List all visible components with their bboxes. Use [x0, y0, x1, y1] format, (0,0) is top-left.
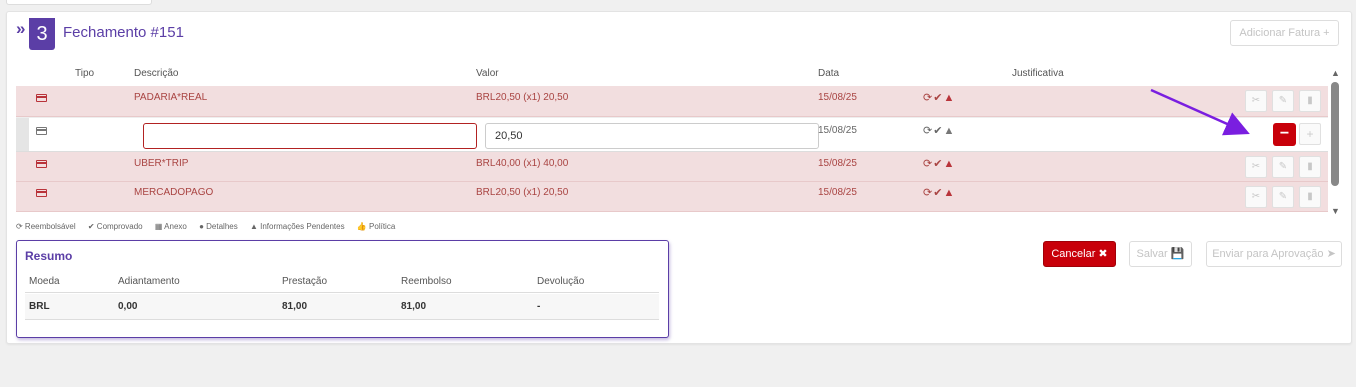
annotation-arrow-icon [1150, 88, 1250, 136]
